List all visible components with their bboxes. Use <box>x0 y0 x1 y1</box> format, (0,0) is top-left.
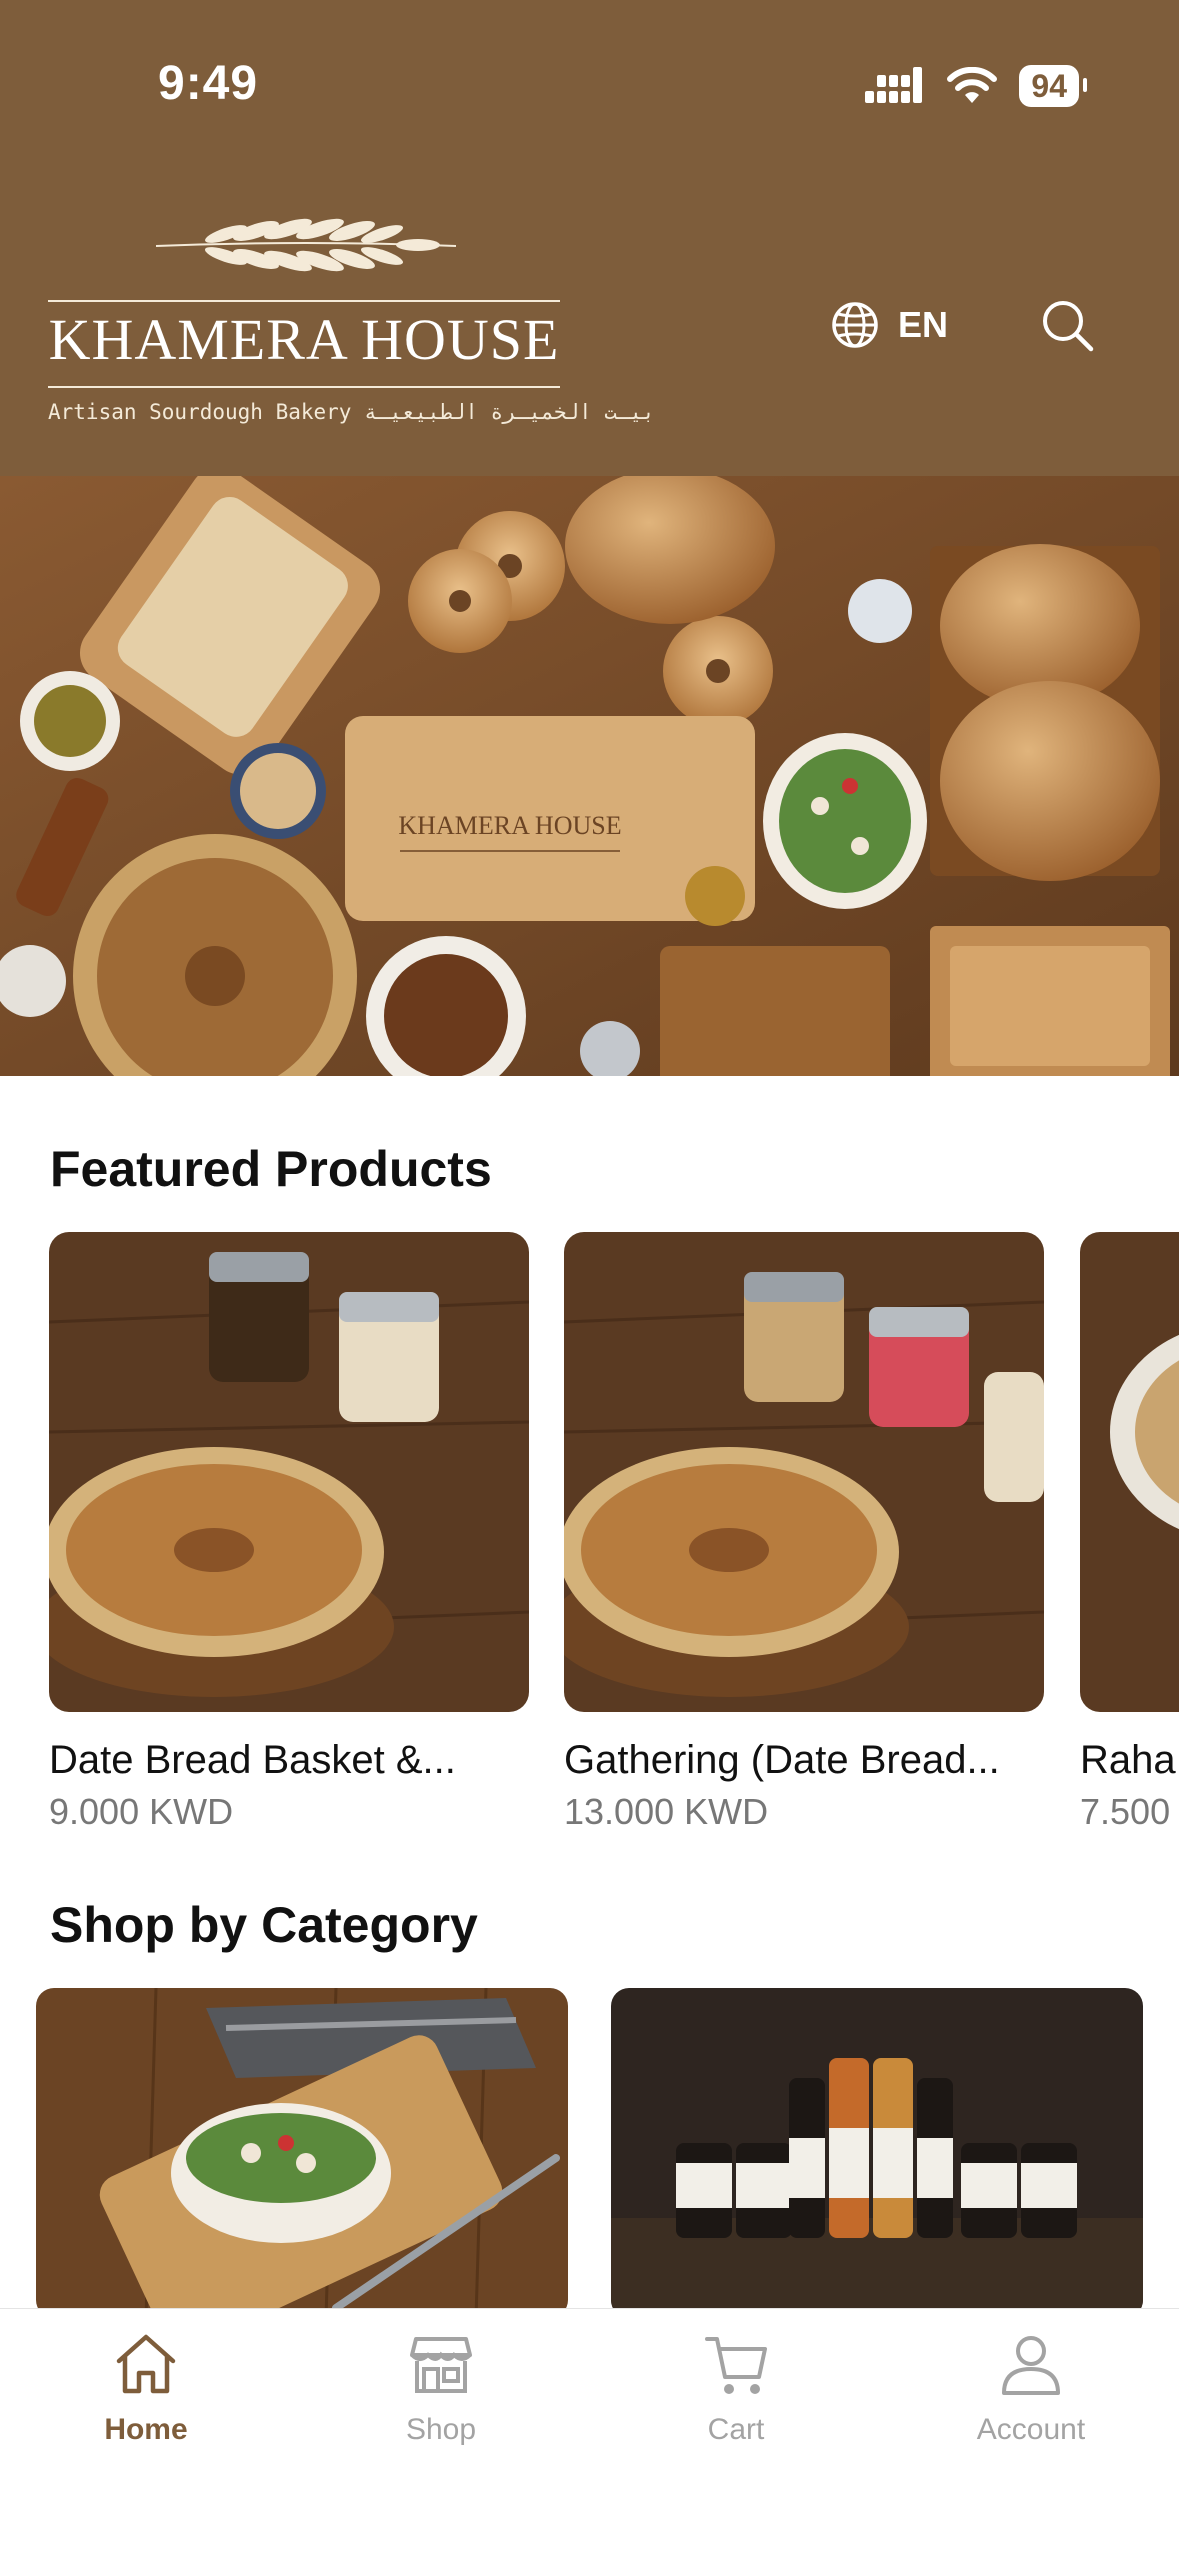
tab-shop[interactable]: Shop <box>361 2329 521 2447</box>
category-card[interactable] <box>36 1988 568 2318</box>
product-card[interactable]: Date Bread Basket &... 9.000 KWD <box>49 1232 529 1833</box>
tab-label: Cart <box>707 2413 765 2446</box>
tab-account[interactable]: Account <box>951 2329 1111 2447</box>
status-indicators: 94 <box>865 62 1087 110</box>
search-icon <box>1043 301 1094 352</box>
product-price: 13.000 KWD <box>564 1791 769 1832</box>
shop-by-category-title: Shop by Category <box>50 1897 478 1953</box>
bottom-tab-bar: Home Shop Cart Account <box>0 2308 1179 2557</box>
language-label: EN <box>898 304 949 345</box>
product-image <box>1080 1232 1179 1712</box>
wheat-icon <box>156 218 456 272</box>
cellular-signal-icon <box>865 67 923 103</box>
logo-divider <box>48 386 560 388</box>
product-name: Date Bread Basket &... <box>49 1738 456 1782</box>
product-image <box>564 1232 1044 1712</box>
brand-name: KHAMERA HOUSE <box>48 307 560 372</box>
app-header: 9:49 94 KHAMERA HOUSE Artisan Sourdough … <box>0 0 1179 476</box>
shop-icon <box>410 2337 472 2393</box>
featured-products-title: Featured Products <box>50 1141 492 1197</box>
category-image <box>611 1988 1143 2318</box>
wifi-icon <box>947 67 998 103</box>
tab-label: Account <box>976 2413 1086 2446</box>
hero-board-text: KHAMERA HOUSE <box>398 811 621 840</box>
product-image <box>49 1232 529 1712</box>
product-price: 9.000 KWD <box>49 1791 234 1832</box>
product-name: Raha <box>1080 1738 1176 1782</box>
hero-bakery-image: KHAMERA HOUSE <box>0 476 1179 1076</box>
account-icon <box>1002 2336 1060 2395</box>
product-card[interactable]: Raha 7.500 <box>1080 1232 1179 1833</box>
logo-divider <box>48 300 560 302</box>
cart-icon <box>705 2337 767 2394</box>
hero-banner[interactable]: KHAMERA HOUSE <box>0 476 1179 1076</box>
globe-icon <box>832 302 878 348</box>
tab-label: Home <box>104 2413 188 2446</box>
brand-tagline: Artisan Sourdough Bakery بيـت الخميـرة ا… <box>48 400 655 424</box>
tab-cart[interactable]: Cart <box>656 2329 816 2447</box>
status-time: 9:49 <box>158 57 259 110</box>
category-image <box>36 1988 568 2318</box>
product-price: 7.500 <box>1080 1791 1171 1832</box>
battery-indicator: 94 <box>1019 65 1087 107</box>
tab-home[interactable]: Home <box>66 2329 226 2447</box>
tab-label: Shop <box>405 2413 477 2446</box>
home-icon <box>116 2334 176 2394</box>
search-button[interactable] <box>1040 298 1096 359</box>
product-name: Gathering (Date Bread... <box>564 1738 1000 1782</box>
product-card[interactable]: Gathering (Date Bread... 13.000 KWD <box>564 1232 1044 1833</box>
category-card[interactable] <box>611 1988 1143 2318</box>
language-switcher[interactable]: EN <box>830 300 948 350</box>
